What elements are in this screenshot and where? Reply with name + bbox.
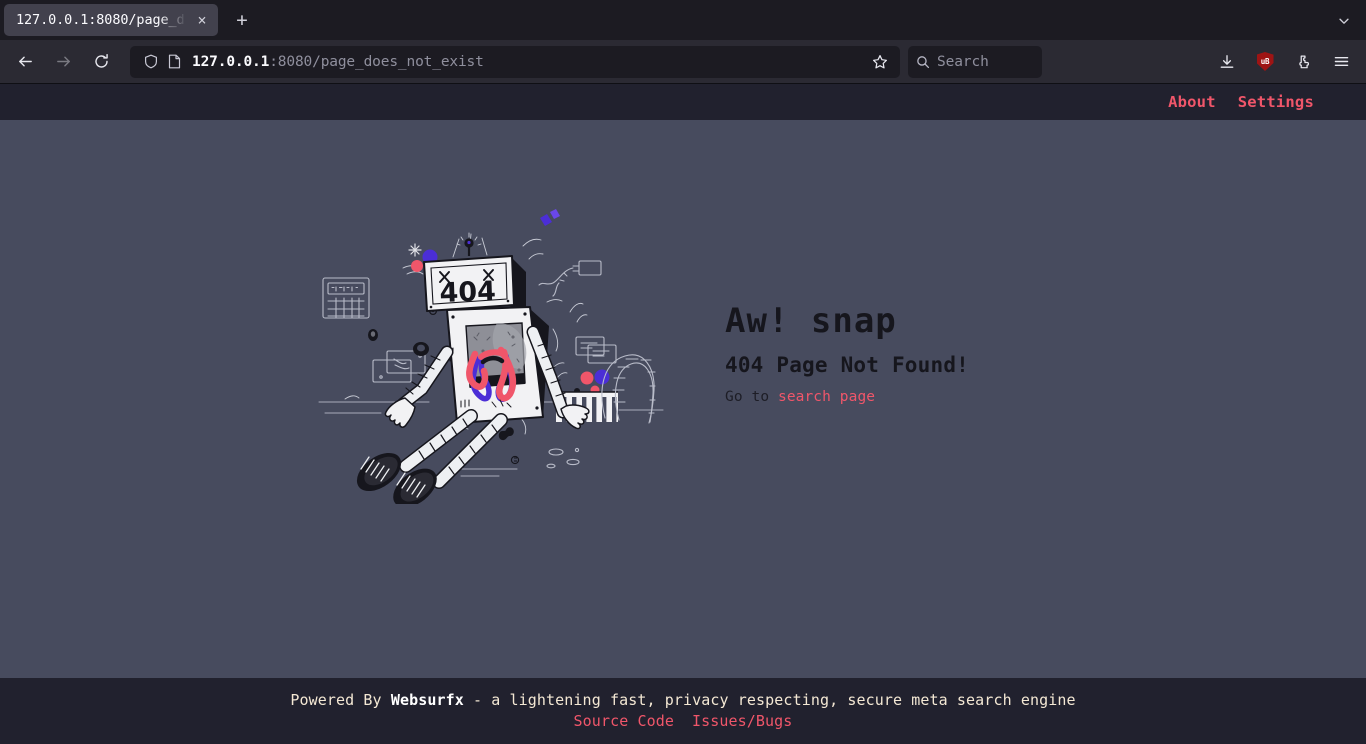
browser-window: 127.0.0.1:8080/page_d × + 127.0.0.1:8080… xyxy=(0,0,1366,744)
search-input[interactable]: Search xyxy=(908,45,1042,78)
search-placeholder: Search xyxy=(937,53,989,70)
site-footer: Powered By Websurfx - a lightening fast,… xyxy=(0,678,1366,744)
footer-link-issues-bugs[interactable]: Issues/Bugs xyxy=(692,712,792,730)
ublock-origin-button[interactable]: uB xyxy=(1248,46,1282,78)
nav-link-about[interactable]: About xyxy=(1168,93,1216,111)
tab-title: 127.0.0.1:8080/page_d xyxy=(16,12,185,28)
url-host: 127.0.0.1 xyxy=(192,53,270,70)
error-page-main: .ln{fill:none;stroke:#b9bcc9;stroke-widt… xyxy=(0,120,1366,678)
footer-tagline-text: - a lightening fast, privacy respecting,… xyxy=(463,690,1076,709)
extensions-puzzle-icon[interactable] xyxy=(1286,46,1320,78)
tab-strip: 127.0.0.1:8080/page_d × + xyxy=(0,0,1366,40)
ublock-origin-shield-icon: uB xyxy=(1256,52,1274,72)
shield-icon[interactable] xyxy=(140,54,162,69)
footer-tagline: Powered By Websurfx - a lightening fast,… xyxy=(290,691,1075,709)
robot-404-text: 404 xyxy=(439,276,496,309)
forward-arrow-icon[interactable] xyxy=(46,46,80,78)
star-icon[interactable] xyxy=(866,54,894,70)
hamburger-menu-icon[interactable] xyxy=(1324,46,1358,78)
reload-icon[interactable] xyxy=(84,46,118,78)
broken-robot-404-illustration: .ln{fill:none;stroke:#b9bcc9;stroke-widt… xyxy=(311,204,671,504)
footer-powered-prefix: Powered By xyxy=(290,690,391,709)
footer-link-source-code[interactable]: Source Code xyxy=(574,712,674,730)
error-title: Aw! snap xyxy=(725,300,897,341)
chevron-down-icon[interactable] xyxy=(1330,8,1358,34)
footer-brand: Websurfx xyxy=(390,690,464,709)
site-navigation: About Settings xyxy=(0,84,1366,120)
web-page-content: About Settings .ln{fill:none;stroke:#b9b… xyxy=(0,84,1366,744)
error-cta-prefix: Go to xyxy=(725,389,778,406)
search-page-link[interactable]: search page xyxy=(778,389,875,405)
browser-tab[interactable]: 127.0.0.1:8080/page_d × xyxy=(4,4,218,36)
error-text-block: Aw! snap 404 Page Not Found! Go to searc… xyxy=(725,300,1055,405)
toolbar-right-group: uB xyxy=(1208,46,1360,78)
error-cta: Go to search page xyxy=(725,389,1055,405)
back-arrow-icon[interactable] xyxy=(8,46,42,78)
page-document-icon[interactable] xyxy=(162,54,186,69)
url-path: :8080/page_does_not_exist xyxy=(269,53,484,70)
new-tab-button[interactable]: + xyxy=(226,4,258,36)
tab-close-icon[interactable]: × xyxy=(192,10,212,30)
footer-links: Source Code Issues/Bugs xyxy=(574,712,793,730)
address-bar-text: 127.0.0.1:8080/page_does_not_exist xyxy=(186,54,866,70)
nav-link-settings[interactable]: Settings xyxy=(1238,93,1314,111)
search-icon xyxy=(917,55,930,68)
error-subtitle: 404 Page Not Found! xyxy=(725,353,970,378)
ublock-label: uB xyxy=(1260,56,1270,66)
address-bar[interactable]: 127.0.0.1:8080/page_does_not_exist xyxy=(130,45,900,78)
download-icon[interactable] xyxy=(1210,46,1244,78)
browser-toolbar: 127.0.0.1:8080/page_does_not_exist Searc… xyxy=(0,40,1366,84)
